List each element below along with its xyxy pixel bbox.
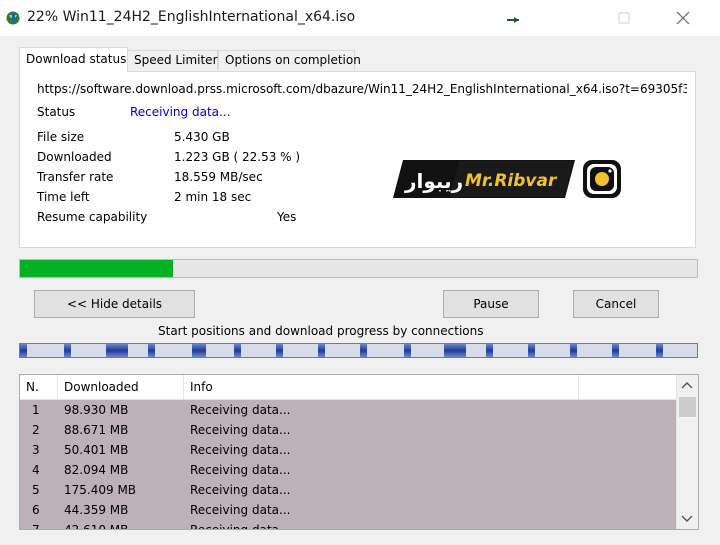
download-progress-fill [20,260,173,277]
table-row[interactable]: 3 50.401 MB Receiving data... [20,440,677,460]
download-status-panel: https://software.download.prss.microsoft… [19,71,696,248]
row-downloaded: 98.930 MB [64,403,129,417]
time-left-label: Time left [37,190,90,204]
maximize-button[interactable] [601,0,647,36]
row-info: Receiving data... [190,403,291,417]
column-header-number[interactable]: N. [20,375,58,399]
row-number: 3 [32,443,40,457]
connection-marker [570,344,577,357]
connection-marker [234,344,241,357]
row-info: Receiving data... [190,523,291,530]
connections-rows: 1 98.930 MB Receiving data... 2 88.671 MB Rec… [20,400,677,530]
connection-marker [444,344,466,357]
watermark-logo: ريبوار Mr.Ribvar [393,160,621,198]
table-row[interactable]: 5 175.409 MB Receiving data... [20,480,677,500]
row-downloaded: 88.671 MB [64,423,129,437]
minimize-icon [507,17,519,23]
scrollbar-thumb[interactable] [679,397,696,417]
transfer-rate-label: Transfer rate [37,170,114,184]
row-info: Receiving data... [190,443,291,457]
row-number: 2 [32,423,40,437]
connection-marker [20,344,27,357]
connections-table: N. Downloaded Info 1 98.930 MB Receiving d… [19,374,699,530]
connection-marker [106,344,128,357]
row-info: Receiving data... [190,423,291,437]
connection-marker [656,344,663,357]
pause-button[interactable]: Pause [443,290,539,318]
file-size-label: File size [37,130,85,144]
close-button[interactable] [660,0,706,36]
tab-options-on-completion[interactable]: Options on completion [218,50,361,70]
download-url: https://software.download.prss.microsoft… [37,82,687,96]
connection-marker [148,344,155,357]
window-title: 22% Win11_24H2_EnglishInternational_x64.… [27,9,356,25]
connection-marker [486,344,493,357]
status-label: Status [37,105,76,119]
resume-capability-value: Yes [277,210,297,224]
column-header-extra [579,375,677,399]
downloaded-value: 1.223 GB ( 22.53 % ) [174,150,301,164]
connections-caption: Start positions and download progress by… [158,324,484,338]
transfer-rate-value: 18.559 MB/sec [174,170,263,184]
table-row[interactable]: 4 82.094 MB Receiving data... [20,460,677,480]
row-number: 4 [32,463,40,477]
row-downloaded: 42.610 MB [64,523,129,530]
row-number: 1 [32,403,40,417]
row-info: Receiving data... [190,463,291,477]
connection-marker [612,344,619,357]
downloaded-label: Downloaded [37,150,112,164]
column-header-downloaded[interactable]: Downloaded [58,375,184,399]
vertical-scrollbar[interactable] [676,375,698,529]
row-number: 5 [32,483,40,497]
connections-progress-bar [19,343,698,358]
table-row[interactable]: 7 42.610 MB Receiving data... [20,520,677,530]
svg-text:ريبوار: ريبوار [404,169,463,193]
tab-speed-limiter[interactable]: Speed Limiter [127,50,218,70]
status-value: Receiving data... [130,105,231,119]
scroll-down-icon[interactable] [681,515,693,523]
minimize-button[interactable] [488,0,534,36]
table-row[interactable]: 6 44.359 MB Receiving data... [20,500,677,520]
hide-details-button[interactable]: << Hide details [34,290,195,318]
resume-capability-label: Resume capability [37,210,148,224]
column-header-info[interactable]: Info [184,375,579,399]
connection-marker [528,344,535,357]
row-number: 7 [32,523,40,530]
connection-marker [192,344,206,357]
tab-download-status[interactable]: Download status [19,47,128,72]
row-info: Receiving data... [190,503,291,517]
connection-marker [360,344,367,357]
connection-marker [404,344,411,357]
app-icon [6,11,20,25]
row-downloaded: 82.094 MB [64,463,129,477]
row-info: Receiving data... [190,483,291,497]
close-icon [676,11,690,25]
maximize-icon [618,12,630,24]
connection-marker [276,344,283,357]
title-bar: 22% Win11_24H2_EnglishInternational_x64.… [0,0,720,36]
connection-marker [64,344,71,357]
row-downloaded: 175.409 MB [64,483,137,497]
file-size-value: 5.430 GB [174,130,230,144]
connection-marker [318,344,325,357]
row-downloaded: 44.359 MB [64,503,129,517]
download-progress-bar [19,259,698,278]
table-row[interactable]: 1 98.930 MB Receiving data... [20,400,677,420]
scroll-up-icon[interactable] [681,381,693,389]
table-row[interactable]: 2 88.671 MB Receiving data... [20,420,677,440]
row-number: 6 [32,503,40,517]
row-downloaded: 50.401 MB [64,443,129,457]
time-left-value: 2 min 18 sec [174,190,252,204]
cancel-button[interactable]: Cancel [573,290,659,318]
svg-text:Mr.Ribvar: Mr.Ribvar [465,171,558,191]
